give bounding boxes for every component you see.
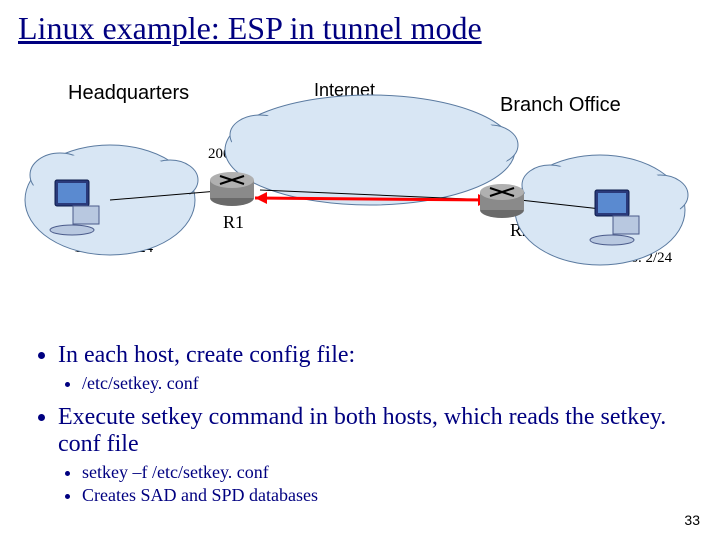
- router-r2-icon: [480, 184, 524, 218]
- router-r1-icon: [210, 172, 254, 206]
- bullet-2: Execute setkey command in both hosts, wh…: [58, 404, 690, 506]
- network-diagram: [0, 0, 720, 320]
- slide: Linux example: ESP in tunnel mode Headqu…: [0, 0, 720, 540]
- bullet-1: In each host, create config file: /etc/s…: [58, 342, 690, 394]
- bullet-2-text: Execute setkey command in both hosts, wh…: [58, 404, 666, 457]
- cloud-internet: [225, 95, 518, 205]
- bullet-2-2: Creates SAD and SPD databases: [82, 485, 690, 506]
- bullet-1-text: In each host, create config file:: [58, 342, 355, 368]
- bullet-2-1: setkey –f /etc/setkey. conf: [82, 462, 690, 483]
- bullet-1-1: /etc/setkey. conf: [82, 373, 690, 394]
- bullet-list: In each host, create config file: /etc/s…: [30, 340, 690, 516]
- page-number: 33: [684, 512, 700, 528]
